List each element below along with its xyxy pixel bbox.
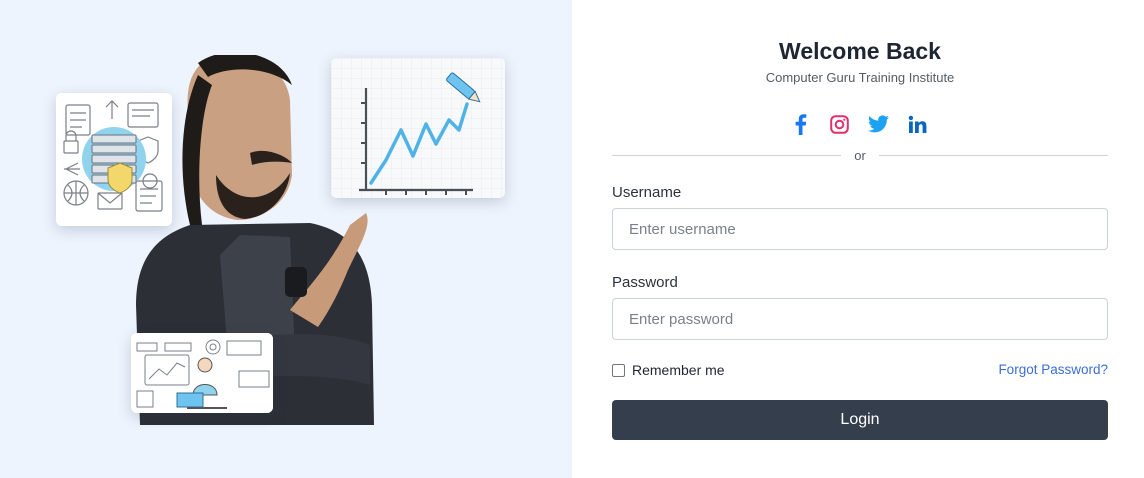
username-label: Username <box>612 184 682 201</box>
twitter-icon[interactable] <box>868 112 889 136</box>
password-label: Password <box>612 274 678 291</box>
divider-line-right <box>879 155 1108 156</box>
remember-me[interactable]: Remember me <box>612 362 725 378</box>
page-title: Welcome Back <box>779 38 941 64</box>
forgot-password-link[interactable]: Forgot Password? <box>998 362 1108 377</box>
instagram-icon[interactable] <box>829 112 850 136</box>
login-panel: Welcome Back Computer Guru Training Inst… <box>572 0 1144 478</box>
linkedin-icon[interactable] <box>907 112 928 136</box>
divider-text: or <box>854 148 866 163</box>
or-divider: or <box>612 148 1108 163</box>
login-page: Welcome Back Computer Guru Training Inst… <box>0 0 1144 478</box>
social-login-row <box>790 112 928 136</box>
analyst-illustration-card <box>131 333 273 413</box>
institute-name: Computer Guru Training Institute <box>765 70 955 85</box>
analyst-illustration <box>131 333 273 413</box>
username-input[interactable] <box>612 208 1108 250</box>
hero-panel <box>0 0 572 478</box>
login-button[interactable]: Login <box>612 400 1108 440</box>
facebook-icon[interactable] <box>790 112 811 136</box>
divider-line-left <box>612 155 841 156</box>
password-input[interactable] <box>612 298 1108 340</box>
remember-me-label: Remember me <box>632 362 725 378</box>
remember-me-checkbox[interactable] <box>612 363 625 377</box>
